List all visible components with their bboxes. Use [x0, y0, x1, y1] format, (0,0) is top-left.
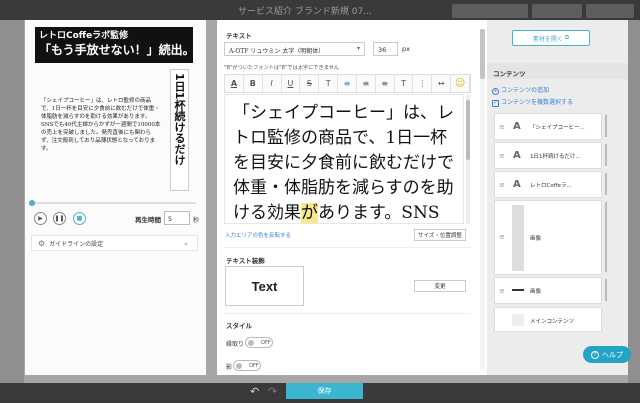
- align-left-button[interactable]: ≡: [338, 75, 357, 92]
- drag-handle-icon[interactable]: ≡: [499, 287, 505, 295]
- preview-title-block[interactable]: レトロCoffeラボ監修 「もう手放せない！」続出。: [35, 27, 195, 63]
- content-item[interactable]: ≡ 画像: [494, 277, 602, 304]
- content-item[interactable]: ≡ A レトロCoffeラ...: [494, 171, 602, 198]
- content-item-label: 1日1杯続けるだけ...: [530, 154, 581, 160]
- preview-title-line1: レトロCoffeラボ監修: [39, 31, 129, 41]
- drag-handle-icon[interactable]: ≡: [499, 123, 505, 131]
- content-item-label: レトロCoffeラ...: [530, 183, 572, 189]
- align-right-button[interactable]: ≡: [376, 75, 395, 92]
- image-thumbnail: [512, 205, 524, 271]
- decoration-change-button[interactable]: 変更: [414, 280, 466, 292]
- guideline-label: ガイドラインの設定: [49, 240, 104, 248]
- chevron-down-icon: ⌄: [183, 239, 189, 247]
- font-select-value: A-OTF リュウミン 太字（明朝体）: [229, 48, 325, 55]
- content-item[interactable]: メインコンテンツ: [494, 307, 602, 332]
- checkbox-icon: ✓: [492, 100, 499, 107]
- content-item-label: 画像: [530, 289, 542, 295]
- content-item[interactable]: ≡ 画像: [494, 200, 602, 275]
- external-link-icon: ⧉: [564, 34, 570, 41]
- playback-slider[interactable]: [29, 200, 196, 206]
- content-item[interactable]: ≡ A 「シェイプコーヒー...: [494, 113, 602, 140]
- open-material-button[interactable]: 素材を開く ⧉: [512, 30, 590, 46]
- redo-icon[interactable]: ↷: [268, 385, 277, 398]
- play-icon[interactable]: ▶: [34, 212, 47, 225]
- topbar-button[interactable]: [532, 4, 582, 18]
- style-title: スタイル: [226, 322, 252, 330]
- shadow-toggle[interactable]: OFF: [233, 360, 261, 371]
- editor-scrollbar[interactable]: [466, 94, 470, 224]
- undo-icon[interactable]: ↶: [250, 385, 259, 398]
- vertical-text-button[interactable]: T: [395, 75, 414, 92]
- gear-icon: ⚙: [38, 238, 46, 248]
- content-item-label: 画像: [530, 236, 542, 242]
- size-position-button[interactable]: サイズ・位置調整: [414, 229, 466, 241]
- emoji-icon[interactable]: ☺: [451, 75, 470, 92]
- save-button[interactable]: 保存: [286, 383, 363, 399]
- help-button[interactable]: ? ヘルプ: [583, 346, 631, 363]
- highlighted-char: が: [301, 203, 318, 223]
- contents-title: コンテンツ: [487, 63, 628, 79]
- align-center-button[interactable]: ≡: [357, 75, 376, 92]
- preview-body-text[interactable]: 「シェイプコーヒー」は、レトロ監修の商品で、1日一杯を目安に夕食前に飲むだけで体…: [41, 97, 161, 153]
- font-size-unit: px: [402, 45, 410, 53]
- bold-button[interactable]: B: [244, 75, 263, 92]
- font-size-input[interactable]: 36: [373, 42, 398, 56]
- drag-handle-icon[interactable]: ≡: [499, 233, 505, 241]
- text-editor[interactable]: 「シェイプコーヒー」は、レトロ監修の商品で、1日一杯を目安に夕食前に飲むだけで体…: [224, 94, 464, 224]
- border-label: 縁取り: [226, 341, 245, 348]
- pause-icon[interactable]: ❚❚: [53, 212, 66, 225]
- topbar-button[interactable]: [586, 4, 634, 18]
- chevron-down-icon: ▾: [356, 45, 360, 52]
- strikethrough-button[interactable]: S: [300, 75, 320, 92]
- shadow-label: 影: [226, 364, 233, 371]
- text-type-icon: A: [513, 121, 521, 132]
- content-item-label: メインコンテンツ: [530, 319, 575, 325]
- playback-slider-knob[interactable]: [29, 200, 35, 206]
- plus-icon: +: [492, 88, 499, 95]
- preview-vertical-text[interactable]: 1日1杯続けるだけで…: [170, 69, 189, 191]
- border-toggle[interactable]: OFF: [245, 337, 273, 348]
- text-type-icon: A: [513, 150, 521, 161]
- guideline-settings[interactable]: ⚙ ガイドラインの設定 ⌄: [31, 235, 198, 251]
- list-button[interactable]: ⋮: [413, 75, 433, 92]
- font-select[interactable]: A-OTF リュウミン 太字（明朝体） ▾: [224, 42, 365, 56]
- playback-time-label: 再生時間: [135, 216, 161, 224]
- topbar-button[interactable]: [452, 4, 528, 18]
- multi-select-link[interactable]: ✓ コンテンツを複数選択する: [492, 97, 573, 107]
- underline-button[interactable]: U: [282, 75, 301, 92]
- text-toolbar: A B I U S T ≡ ≡ ≡ T ⋮ ↔ ☺: [224, 74, 471, 93]
- letter-spacing-button[interactable]: ↔: [432, 75, 452, 92]
- text-color-button[interactable]: A: [225, 75, 244, 92]
- decoration-title: テキスト装飾: [226, 257, 265, 265]
- italic-button[interactable]: I: [263, 75, 282, 92]
- page-title: サービス紹介 ブランド新規 07...: [238, 7, 372, 17]
- drag-handle-icon[interactable]: ≡: [499, 181, 505, 189]
- top-bar: サービス紹介 ブランド新規 07...: [0, 0, 640, 20]
- image-thumbnail: [512, 289, 524, 291]
- decoration-preview[interactable]: Text: [225, 266, 304, 306]
- preview-title-line2: 「もう手放せない！」続出。: [39, 43, 195, 57]
- main-content-thumbnail: [512, 314, 524, 326]
- add-content-link[interactable]: + コンテンツの追加: [492, 85, 549, 95]
- subscript-button[interactable]: T: [319, 75, 339, 92]
- text-section-title: テキスト: [226, 32, 252, 40]
- text-type-icon: A: [513, 179, 521, 190]
- font-hint: "B"がついたフォントは"B"では太字にできません: [224, 65, 340, 71]
- content-item[interactable]: ≡ A 1日1杯続けるだけ...: [494, 142, 602, 169]
- stop-icon[interactable]: ■: [73, 212, 86, 225]
- playback-time-unit: 秒: [193, 217, 200, 224]
- invert-color-link[interactable]: 入力エリアの色を反転する: [225, 231, 291, 239]
- playback-time-input[interactable]: 5: [164, 211, 190, 225]
- drag-handle-icon[interactable]: ≡: [499, 152, 505, 160]
- question-icon: ?: [591, 350, 599, 359]
- content-item-label: 「シェイプコーヒー...: [530, 125, 585, 131]
- edit-panel-scrollbar[interactable]: [480, 29, 485, 369]
